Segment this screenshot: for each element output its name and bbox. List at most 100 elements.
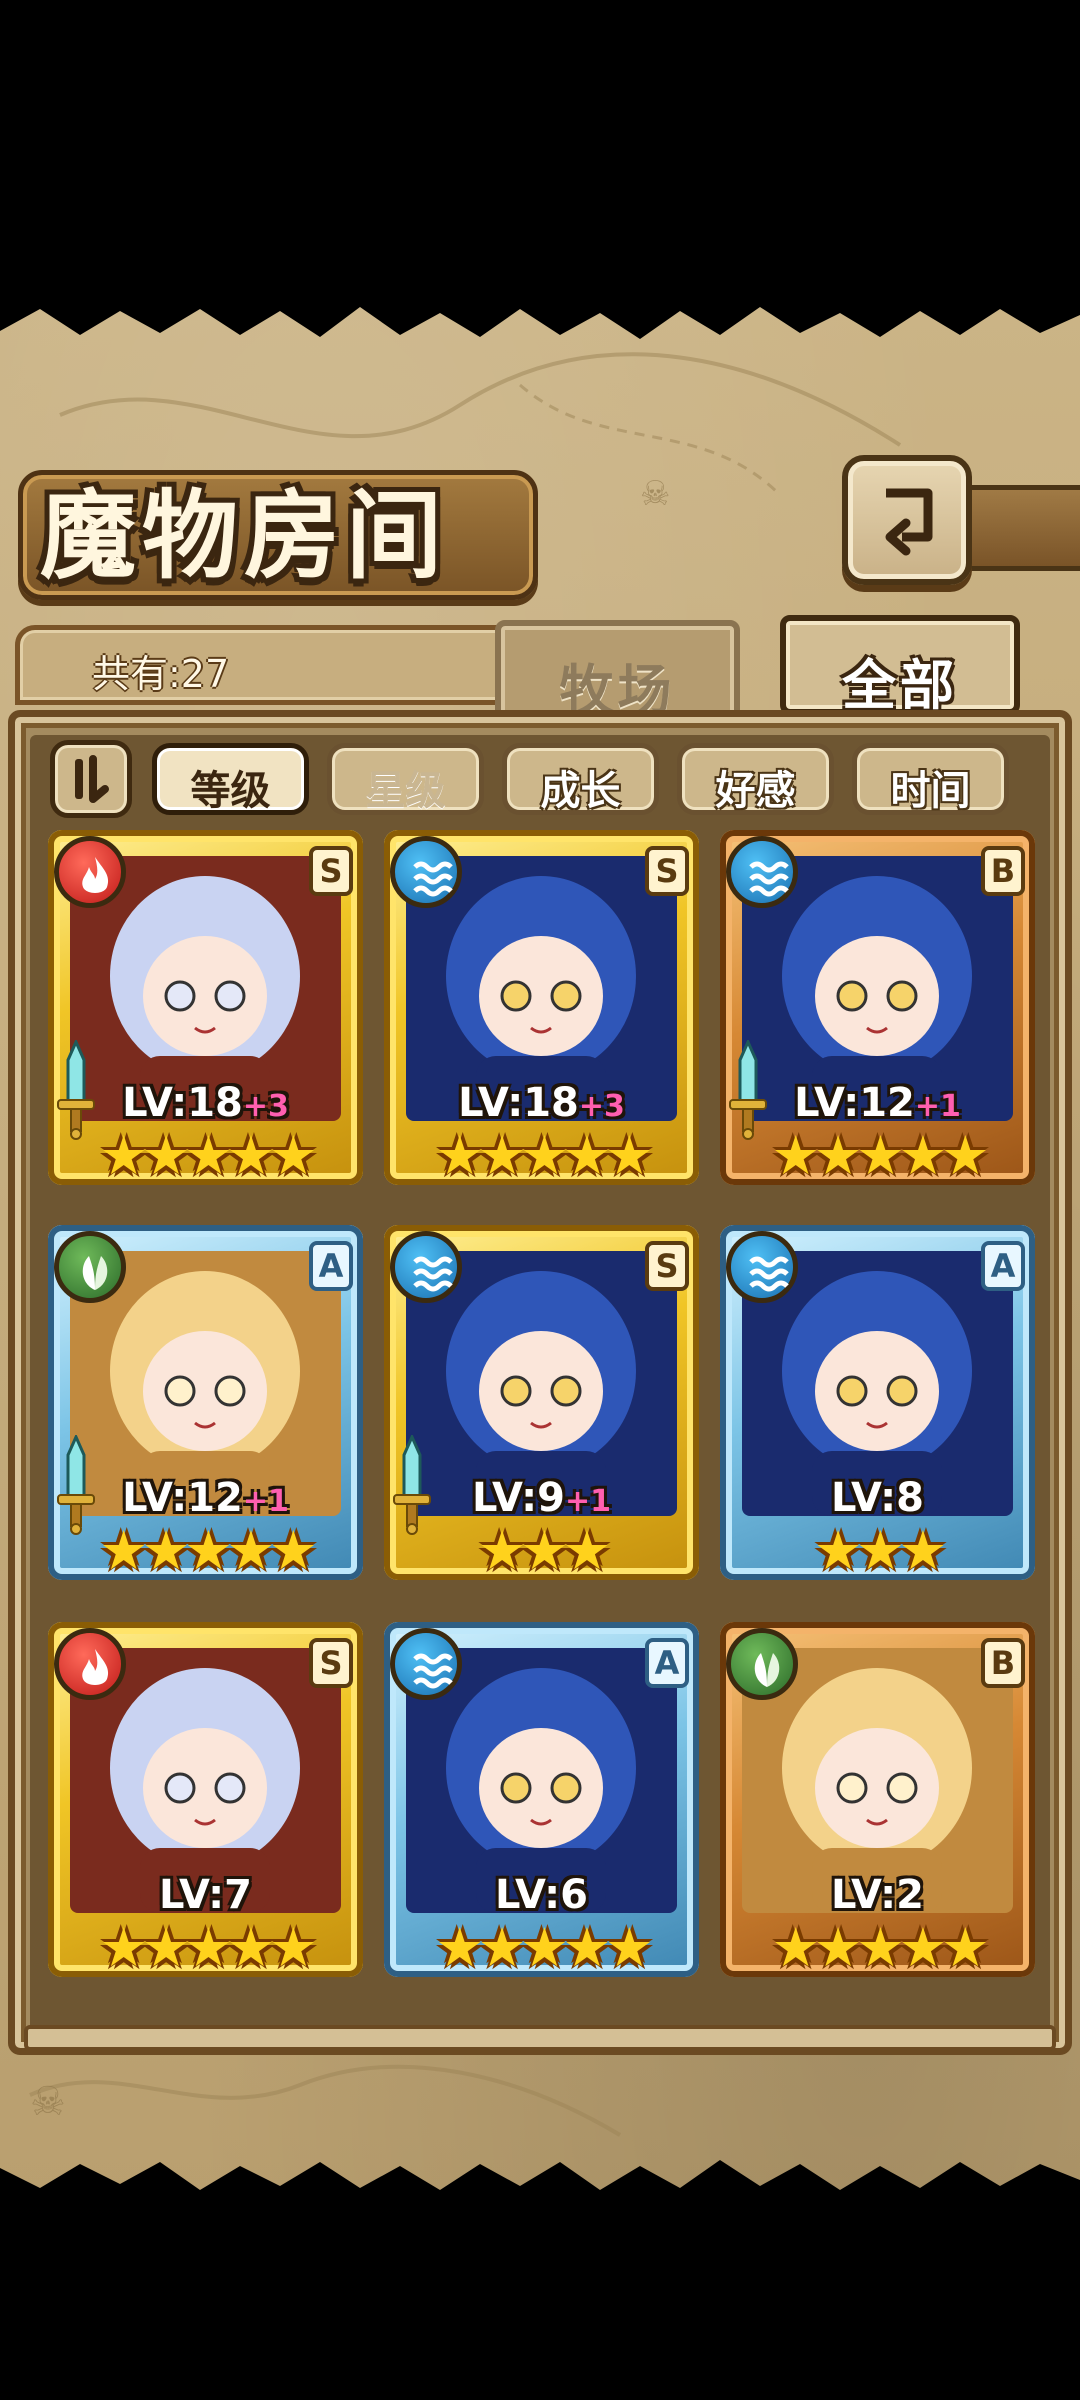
star-icon: ★	[226, 1916, 275, 1979]
star-icon: ★	[269, 1916, 317, 1979]
star-rating: ★★★	[384, 1521, 699, 1581]
screen: ☠ ☠ 魔物房间 共有:27 牧场 全部 等级 星级 成长 好感 时间 S LV…	[0, 0, 1080, 2400]
star-icon: ★	[520, 1916, 568, 1979]
tab-all[interactable]: 全部	[780, 615, 1020, 717]
monster-card[interactable]: B LV:12+1 ★★★★★	[720, 830, 1035, 1200]
monster-level: LV:18+3	[384, 1080, 699, 1126]
star-icon: ★	[813, 1124, 862, 1187]
star-icon: ★	[435, 1124, 483, 1187]
level-value: LV:6	[495, 1872, 588, 1918]
element-wood-icon	[726, 1628, 798, 1700]
star-rating: ★★★★★	[384, 1918, 699, 1978]
monster-level: LV:12+1	[720, 1080, 1035, 1126]
level-value: LV:12	[122, 1475, 243, 1521]
star-icon: ★	[941, 1916, 989, 1979]
grade-badge: S	[645, 846, 689, 896]
monster-card[interactable]: A LV:8 ★★★	[720, 1225, 1035, 1595]
sort-button-affection[interactable]: 好感	[677, 743, 834, 815]
star-icon: ★	[898, 1124, 947, 1187]
star-icon: ★	[520, 1519, 568, 1582]
monster-level: LV:9+1	[384, 1475, 699, 1521]
monster-card[interactable]: S LV:9+1 ★★★	[384, 1225, 699, 1595]
monster-level: LV:2	[720, 1872, 1035, 1918]
grade-badge: B	[981, 1638, 1025, 1688]
level-bonus: +1	[914, 1089, 961, 1124]
sort-button-label: 成长	[540, 768, 621, 814]
level-value: LV:18	[458, 1080, 579, 1126]
sort-button-level[interactable]: 等级	[152, 743, 309, 815]
star-icon: ★	[184, 1519, 232, 1582]
star-rating: ★★★★★	[48, 1521, 363, 1581]
star-icon: ★	[605, 1916, 653, 1979]
level-value: LV:2	[831, 1872, 924, 1918]
monster-card[interactable]: S LV:18+3 ★★★★★	[384, 830, 699, 1200]
tab-ranch[interactable]: 牧场	[495, 620, 740, 722]
element-fire-icon	[54, 836, 126, 908]
star-icon: ★	[562, 1519, 611, 1582]
element-water-icon	[390, 1628, 462, 1700]
level-value: LV:8	[831, 1475, 924, 1521]
level-bonus: +3	[242, 1089, 289, 1124]
element-fire-icon	[54, 1628, 126, 1700]
grade-badge: A	[645, 1638, 689, 1688]
element-water-icon	[390, 836, 462, 908]
element-water-icon	[390, 1231, 462, 1303]
star-icon: ★	[520, 1124, 568, 1187]
star-icon: ★	[269, 1519, 317, 1582]
grade-badge: B	[981, 846, 1025, 896]
sort-toggle-icon	[75, 755, 109, 803]
sort-button-growth[interactable]: 成长	[502, 743, 659, 815]
star-icon: ★	[226, 1519, 275, 1582]
level-value: LV:9	[472, 1475, 565, 1521]
page-title: 魔物房间	[40, 479, 448, 592]
sort-order-toggle-button[interactable]	[50, 740, 132, 818]
star-icon: ★	[562, 1916, 611, 1979]
star-icon: ★	[856, 1519, 904, 1582]
star-icon: ★	[435, 1916, 483, 1979]
monster-card[interactable]: A LV:6 ★★★★★	[384, 1622, 699, 1992]
level-bonus: +1	[242, 1484, 289, 1519]
star-icon: ★	[771, 1124, 819, 1187]
element-wood-icon	[54, 1231, 126, 1303]
star-icon: ★	[856, 1124, 904, 1187]
star-icon: ★	[184, 1124, 232, 1187]
star-icon: ★	[477, 1916, 526, 1979]
sort-button-label: 好感	[715, 768, 796, 814]
star-icon: ★	[477, 1519, 526, 1582]
sort-button-label: 等级	[190, 768, 271, 814]
bottom-frame-bar	[24, 2025, 1056, 2051]
sort-button-time[interactable]: 时间	[852, 743, 1009, 815]
star-icon: ★	[269, 1124, 317, 1187]
level-bonus: +1	[564, 1484, 611, 1519]
star-icon: ★	[226, 1124, 275, 1187]
element-water-icon	[726, 836, 798, 908]
star-rating: ★★★★★	[720, 1126, 1035, 1186]
star-icon: ★	[813, 1916, 862, 1979]
monster-level: LV:12+1	[48, 1475, 363, 1521]
star-icon: ★	[562, 1124, 611, 1187]
star-icon: ★	[605, 1124, 653, 1187]
element-water-icon	[726, 1231, 798, 1303]
level-value: LV:18	[122, 1080, 243, 1126]
level-bonus: +3	[578, 1089, 625, 1124]
back-button[interactable]	[842, 455, 972, 585]
star-rating: ★★★★★	[48, 1126, 363, 1186]
grade-badge: S	[645, 1241, 689, 1291]
monster-card[interactable]: S LV:7 ★★★★★	[48, 1622, 363, 1992]
monster-level: LV:7	[48, 1872, 363, 1918]
monster-card[interactable]: B LV:2 ★★★★★	[720, 1622, 1035, 1992]
sort-button-stars[interactable]: 星级	[327, 743, 484, 815]
star-rating: ★★★★★	[384, 1126, 699, 1186]
ui-layer: 魔物房间 共有:27 牧场 全部 等级 星级 成长 好感 时间 S LV:18+…	[0, 295, 1080, 2210]
monster-card[interactable]: S LV:18+3 ★★★★★	[48, 830, 363, 1200]
star-rating: ★★★	[720, 1521, 1035, 1581]
star-icon: ★	[141, 1916, 190, 1979]
monster-count: 共有:27	[92, 652, 230, 696]
grade-badge: S	[309, 1638, 353, 1688]
back-bar-decoration	[970, 485, 1080, 571]
star-icon: ★	[898, 1916, 947, 1979]
monster-card[interactable]: A LV:12+1 ★★★★★	[48, 1225, 363, 1595]
level-value: LV:12	[794, 1080, 915, 1126]
sort-button-label: 时间	[890, 768, 971, 814]
star-icon: ★	[99, 1916, 147, 1979]
